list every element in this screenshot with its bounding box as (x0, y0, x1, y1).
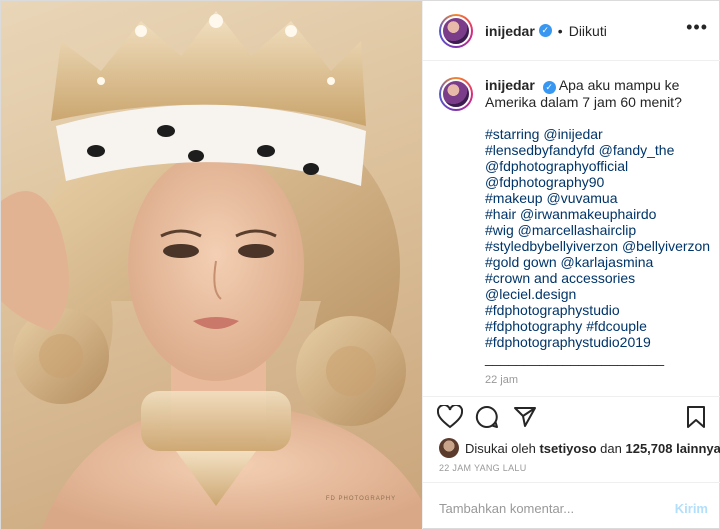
avatar[interactable] (439, 13, 473, 48)
post-sidebar: inijedar ✓ • Diikuti ••• inijedar ✓ Apa … (422, 1, 720, 529)
liker-avatar[interactable] (439, 438, 459, 458)
username-link[interactable]: inijedar (485, 23, 535, 39)
share-icon[interactable] (513, 405, 537, 429)
follow-status-button[interactable]: Diikuti (569, 23, 607, 39)
likes-prefix: Disukai oleh (465, 440, 536, 456)
post-photo[interactable]: FD PHOTOGRAPHY (1, 1, 422, 529)
caption-area: inijedar ✓ Apa aku mampu ke Amerika dala… (423, 61, 720, 396)
separator-dot: • (557, 22, 563, 39)
portrait-illustration (1, 11, 422, 529)
send-button[interactable]: Kirim (675, 501, 708, 516)
likes-summary: Disukai oleh tsetiyoso dan 125,708 lainn… (439, 438, 720, 458)
post-header: inijedar ✓ • Diikuti ••• (423, 1, 720, 61)
hashtag-line[interactable]: #lensedbyfandyfd @fandy_the (485, 142, 705, 158)
comment-input[interactable]: Tambahkan komentar... (439, 501, 574, 516)
caption-avatar[interactable] (439, 77, 473, 111)
liker-username[interactable]: tsetiyoso (539, 441, 596, 456)
hashtag-line[interactable]: #fdphotographystudio (485, 302, 705, 318)
hashtag-line[interactable]: #gold gown @karlajasmina (485, 254, 705, 270)
hashtag-list: #starring @inijedar #lensedbyfandyfd @fa… (485, 126, 710, 366)
hashtag-line[interactable]: #fdphotography #fdcouple (485, 318, 705, 334)
photo-watermark: FD PHOTOGRAPHY (325, 496, 397, 502)
hashtag-line[interactable]: #crown and accessories (485, 270, 705, 286)
hashtag-line[interactable]: #makeup @vuvamua (485, 190, 705, 206)
hashtag-line[interactable]: #fdphotographystudio2019 (485, 334, 705, 350)
hashtag-line[interactable]: #starring @inijedar (485, 126, 705, 142)
caption-username[interactable]: inijedar (485, 77, 535, 93)
comment-form: Tambahkan komentar... Kirim (423, 482, 720, 529)
hashtag-line[interactable]: @leciel.design (485, 286, 705, 302)
post-timestamp[interactable]: 22 JAM YANG LALU (439, 463, 527, 473)
hashtag-line[interactable]: #styledbybellyiverzon @bellyiverzon (485, 238, 710, 254)
likes-count-link[interactable]: 125,708 lainnya (625, 441, 720, 456)
verified-badge-icon: ✓ (538, 24, 552, 37)
comment-icon[interactable] (475, 405, 499, 429)
likes-joiner: dan (600, 440, 622, 456)
bookmark-icon[interactable] (685, 405, 707, 429)
instagram-post: FD PHOTOGRAPHY inijedar ✓ • Diikuti ••• … (0, 0, 720, 529)
hashtag-line[interactable]: #hair @irwanmakeuphairdo (485, 206, 705, 222)
hashtag-line[interactable]: @fdphotography90 (485, 174, 705, 190)
hashtag-line[interactable]: @fdphotographyofficial (485, 158, 705, 174)
action-bar (423, 396, 720, 432)
caption-divider: _______________________ (485, 350, 665, 366)
caption-text: inijedar ✓ Apa aku mampu ke Amerika dala… (485, 77, 710, 388)
caption-verified-icon: ✓ (542, 81, 556, 94)
more-options-icon[interactable]: ••• (686, 17, 708, 38)
hashtag-line[interactable]: #wig @marcellashairclip (485, 222, 705, 238)
caption-time: 22 jam (485, 374, 519, 386)
heart-icon[interactable] (437, 405, 463, 429)
